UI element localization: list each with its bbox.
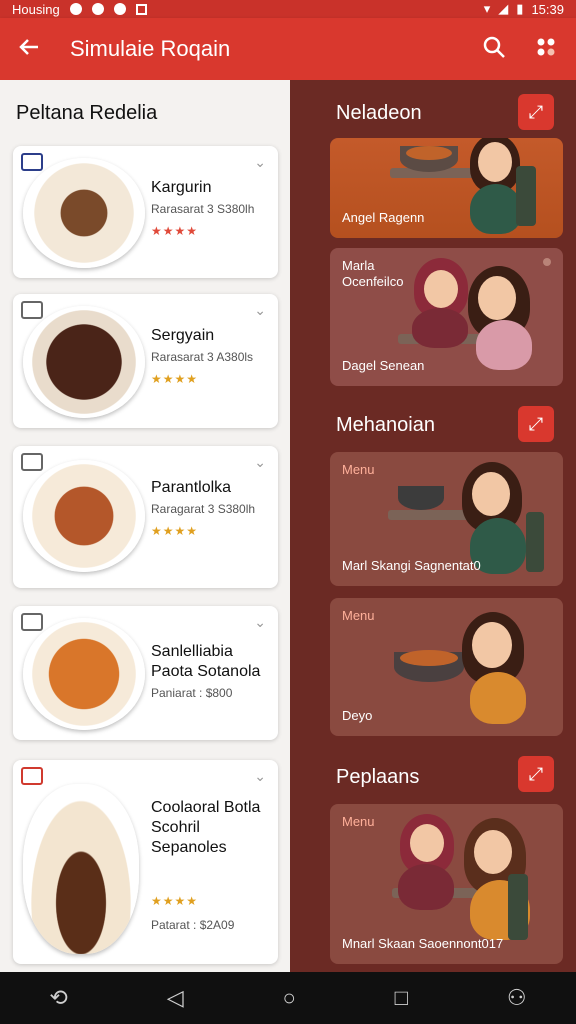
wifi-icon: ▾: [483, 1, 491, 16]
search-icon[interactable]: [482, 35, 506, 64]
expand-button[interactable]: ⤢: [518, 94, 554, 130]
scene-card[interactable]: Menu Mnarl Skaan Saoennont017: [330, 804, 563, 964]
accessibility-icon[interactable]: ⚇: [507, 985, 527, 1011]
scene-card[interactable]: Marla Ocenfeilco Dagel Senean: [330, 248, 563, 386]
expand-button[interactable]: ⤢: [518, 406, 554, 442]
scene-caption: Angel Ragenn: [342, 210, 425, 226]
chevron-down-icon[interactable]: ⌄: [254, 614, 266, 631]
rating-stars: ★★★★: [151, 524, 199, 538]
food-name: Parantlolka: [151, 479, 232, 496]
food-card[interactable]: ⌄ Kargurin Rarasarat 3 S380lh ★★★★: [13, 146, 278, 278]
back-arrow-icon[interactable]: [18, 34, 48, 65]
category-badge-icon: [21, 301, 43, 319]
group-title: Peplaans: [336, 766, 420, 788]
dots-icon[interactable]: [534, 35, 558, 64]
chevron-down-icon[interactable]: ⌄: [254, 454, 266, 471]
rotate-icon[interactable]: ⟲: [49, 985, 67, 1011]
category-badge-icon: [21, 767, 43, 785]
status-left-text: Housing: [12, 1, 60, 17]
category-badge-icon: [21, 613, 43, 631]
expand-button[interactable]: ⤢: [518, 756, 554, 792]
scene-caption: Marl Skangi Sagnentat0: [342, 558, 481, 574]
food-card[interactable]: ⌄ Coolaoral Botla Scohril Sepanoles ★★★★…: [13, 760, 278, 964]
scene-caption: Dagel Senean: [342, 358, 425, 374]
food-price: Patarat : $2A09: [151, 918, 235, 932]
rating-stars: ★★★★: [151, 224, 199, 238]
scene-tag: Menu: [342, 608, 375, 623]
food-price: Rarasarat 3 A380ls: [151, 350, 254, 364]
status-bar: Housing ▾ ◢ ▮ 15:39: [0, 0, 576, 18]
food-card[interactable]: ⌄ Sanlelliabia Paota Sotanola Paniarat :…: [13, 606, 278, 740]
app-bar: Simulaie Roqain: [0, 18, 576, 80]
image-icon: [135, 3, 147, 15]
food-name: Coolaoral Botla Scohril Sepanoles: [151, 799, 261, 856]
battery-icon: ▮: [516, 1, 524, 16]
scene-caption: Mnarl Skaan Saoennont017: [342, 936, 504, 952]
scene-tag: Menu: [342, 814, 375, 829]
food-list-pane: Peltana Redelia ⌄ Kargurin Rarasarat 3 S…: [0, 80, 290, 972]
page-title: Simulaie Roqain: [70, 36, 231, 61]
food-price: Raragarat 3 S380lh: [151, 502, 256, 516]
food-image: [23, 158, 145, 268]
food-price: Paniarat : $800: [151, 686, 233, 700]
food-image: [23, 306, 145, 418]
scene-tag: Marla Ocenfeilco: [342, 258, 404, 290]
category-badge-icon: [21, 453, 43, 471]
category-badge-icon: [21, 153, 43, 171]
chevron-down-icon[interactable]: ⌄: [254, 154, 266, 171]
scene-tag: Menu: [342, 462, 375, 477]
scene-caption: Deyo: [342, 708, 373, 724]
signal-icon: ◢: [498, 1, 509, 16]
food-list-title: Peltana Redelia: [16, 102, 158, 124]
notification-icon: [113, 3, 126, 15]
food-price: Rarasarat 3 S380lh: [151, 202, 255, 216]
dot-indicator-icon: [543, 258, 551, 266]
food-card[interactable]: ⌄ Sergyain Rarasarat 3 A380ls ★★★★: [13, 294, 278, 428]
chevron-down-icon[interactable]: ⌄: [254, 768, 266, 785]
rating-stars: ★★★★: [151, 372, 199, 386]
back-triangle-icon[interactable]: ◁: [167, 985, 184, 1011]
food-image: [23, 618, 145, 730]
food-image: [23, 460, 145, 572]
scene-card[interactable]: Menu Marl Skangi Sagnentat0: [330, 452, 563, 586]
system-nav-bar: ⟲ ◁ ○ □ ⚇: [0, 972, 576, 1024]
scene-pane: Neladeon ⤢ Angel Ragenn Marla Ocenfeilco…: [290, 80, 576, 972]
home-circle-icon[interactable]: ○: [283, 985, 296, 1011]
food-name: Sanlelliabia Paota Sotanola: [151, 643, 261, 680]
group-title: Mehanoian: [336, 414, 435, 436]
rating-stars: ★★★★: [151, 894, 199, 908]
food-card[interactable]: ⌄ Parantlolka Raragarat 3 S380lh ★★★★: [13, 446, 278, 588]
chevron-down-icon[interactable]: ⌄: [254, 302, 266, 319]
food-name: Sergyain: [151, 327, 215, 344]
notification-icon: [69, 3, 82, 15]
food-image: [23, 784, 139, 954]
scene-card[interactable]: Angel Ragenn: [330, 138, 563, 238]
recents-square-icon[interactable]: □: [395, 985, 408, 1011]
food-name: Kargurin: [151, 179, 212, 196]
status-time: 15:39: [531, 1, 564, 17]
scene-card[interactable]: Menu Deyo: [330, 598, 563, 736]
group-title: Neladeon: [336, 102, 422, 124]
notification-icon: [91, 3, 104, 15]
